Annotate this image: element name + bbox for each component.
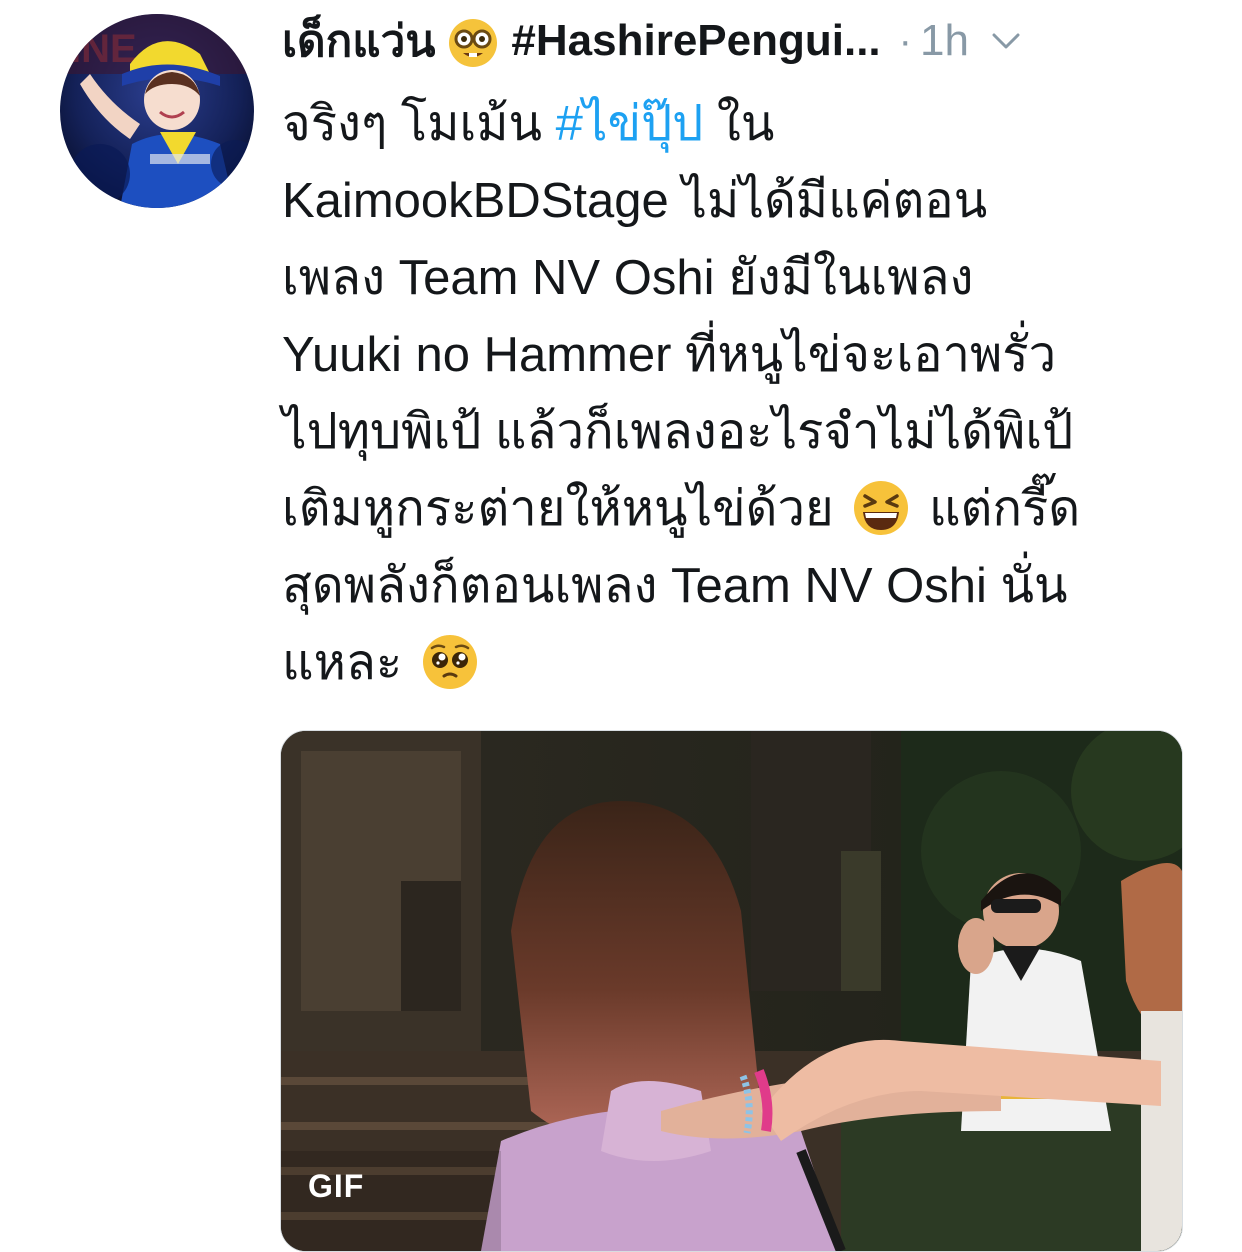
tweet-text-line: Yuuki no Hammer ที่หนูไข่จะเอาพรั่ว (282, 328, 1057, 382)
text-segment: ใน (703, 97, 775, 151)
tweet-text: จริงๆ โมเม้น #ไข่ปุ๊ป ใน KaimookBDStage … (282, 86, 1182, 702)
avatar[interactable]: INE (60, 14, 254, 208)
header-separator: · (898, 18, 912, 63)
tweet-text-line: แหละ (282, 625, 1182, 702)
hashtag-link[interactable]: #ไข่ปุ๊ป (556, 97, 704, 151)
tweet-header: เด็กแว่น #HashirePengui... · 1h (282, 10, 1192, 72)
pleading-face-emoji-icon (420, 632, 480, 692)
tweet-text-line: KaimookBDStage ไม่ได้มีแค่ตอน (282, 174, 988, 228)
tweet-text-line: เติมหูกระต่ายให้หนูไข่ด้วย แต่กรี๊ด (282, 471, 1182, 548)
text-segment: แต่กรี๊ด (915, 482, 1081, 536)
tweet-text-line: ไปทุบพิเป้ แล้วก็เพลงอะไรจำไม่ได้พิเป้ (282, 405, 1074, 459)
chevron-down-icon[interactable] (989, 24, 1023, 58)
grinning-squinting-face-emoji-icon (851, 478, 911, 538)
nerd-face-emoji-icon (447, 17, 499, 69)
display-name-hashtag: #HashirePengui... (511, 16, 881, 65)
tweet-text-line: จริงๆ โมเม้น #ไข่ปุ๊ป ใน (282, 86, 1182, 163)
display-name[interactable]: เด็กแว่น (282, 6, 435, 76)
tweet-timestamp[interactable]: 1h (920, 16, 969, 66)
text-segment: แหละ (282, 636, 416, 690)
gif-badge: GIF (308, 1168, 365, 1204)
text-segment: จริงๆ โมเม้น (282, 97, 556, 151)
tweet-text-line: สุดพลังก็ตอนเพลง Team NV Oshi นั่น (282, 559, 1068, 613)
svg-text:INE: INE (70, 27, 137, 71)
tweet[interactable]: INE เด็กแว่น #HashirePengui... · 1h จริง… (0, 0, 1242, 1252)
text-segment: เติมหูกระต่ายให้หนูไข่ด้วย (282, 482, 848, 536)
gif-media[interactable] (280, 730, 1183, 1252)
tweet-text-line: เพลง Team NV Oshi ยังมีในเพลง (282, 251, 974, 305)
